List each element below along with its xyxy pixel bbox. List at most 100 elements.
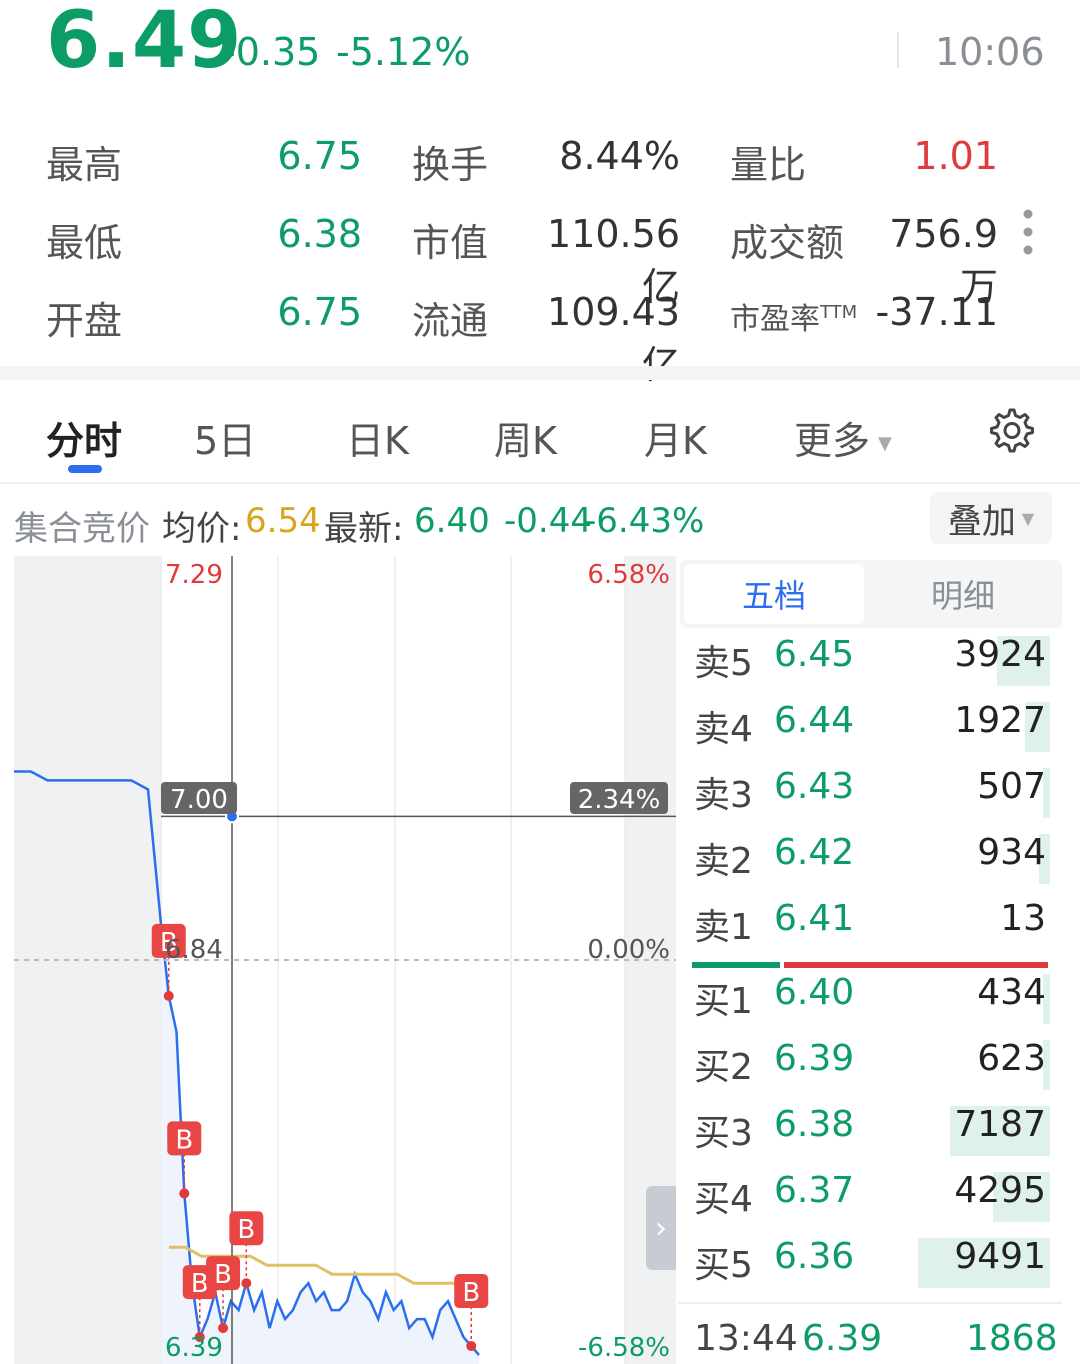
dropdown-arrow-icon: ▼ <box>878 433 892 454</box>
stat-label-turnover: 换手 <box>412 143 489 187</box>
tab-more[interactable]: 更多 ▼ <box>794 410 892 465</box>
dropdown-arrow-icon: ▼ <box>1021 508 1035 528</box>
current-price: 6.49 <box>46 0 243 86</box>
level-price: 6.38 <box>774 1104 855 1145</box>
level-volume: 7187 <box>954 1104 1046 1145</box>
level-volume: 934 <box>977 832 1046 873</box>
header-divider <box>897 32 899 68</box>
level-label: 卖2 <box>694 841 753 882</box>
stat-value-high: 6.75 <box>277 134 362 178</box>
buy-marker-label: B <box>237 1215 255 1245</box>
pct-axis-min-label: -6.58% <box>578 1333 670 1363</box>
level-label: 买1 <box>694 981 753 1022</box>
orderbook-row[interactable]: 卖2 6.42 934 <box>694 830 1050 886</box>
latest-change-value: -0.44 <box>504 501 592 541</box>
latest-change-pct: -6.43% <box>584 501 705 541</box>
chevron-right-icon: › <box>655 1210 667 1246</box>
stat-value-low: 6.38 <box>277 212 362 256</box>
settings-gear-icon[interactable] <box>986 406 1034 454</box>
y-axis-ref-label: 6.84 <box>165 935 223 965</box>
level-volume: 13 <box>1000 898 1046 939</box>
intraday-chart[interactable]: BBB BBB 7.29 6.58% 6.84 0.00% 6.39 -6.58%… <box>14 556 676 1364</box>
overlay-button[interactable]: 叠加 ▼ <box>930 492 1052 544</box>
stat-label-market-cap: 市值 <box>412 221 489 265</box>
tab-monthly-k[interactable]: 月K <box>644 410 707 465</box>
tab-trade-details[interactable]: 明细 <box>868 564 1058 624</box>
level-volume: 1927 <box>954 700 1046 741</box>
stat-value-turnover: 8.44% <box>559 134 680 178</box>
tab-daily-k[interactable]: 日K <box>346 410 409 465</box>
last-trade-volume: 1868 <box>966 1318 1058 1359</box>
last-trade-price: 6.39 <box>802 1318 883 1359</box>
price-change-pct: -5.12% <box>336 30 471 74</box>
crosshair-price-tag: 7.00 <box>161 782 237 815</box>
level-label: 买5 <box>694 1245 753 1286</box>
level-price: 6.40 <box>774 972 855 1013</box>
orderbook-row[interactable]: 买3 6.38 7187 <box>694 1102 1050 1158</box>
orderbook-row[interactable]: 买2 6.39 623 <box>694 1036 1050 1092</box>
stat-label-float-cap: 流通 <box>412 299 489 343</box>
price-change: -0.35 <box>222 30 321 74</box>
level-price: 6.45 <box>774 634 855 675</box>
call-auction-toggle[interactable]: 集合竞价 <box>14 501 150 550</box>
level-volume: 3924 <box>954 634 1046 675</box>
quote-time: 10:06 <box>935 30 1045 74</box>
avg-price-value: 6.54 <box>245 501 321 541</box>
buy-marker-label: B <box>191 1269 209 1299</box>
level-price: 6.42 <box>774 832 855 873</box>
orderbook-row[interactable]: 卖5 6.45 3924 <box>694 632 1050 688</box>
level-price: 6.39 <box>774 1038 855 1079</box>
tab-intraday[interactable]: 分时 <box>46 410 122 465</box>
buy-marker-label: B <box>175 1125 193 1155</box>
level-label: 卖1 <box>694 907 753 948</box>
bid-ask-ratio-bar-red <box>784 962 1048 968</box>
y-axis-max-label: 7.29 <box>165 560 223 590</box>
collapse-panel-button[interactable]: › <box>646 1186 676 1270</box>
section-divider <box>0 366 1080 380</box>
stat-label-volume-ratio: 量比 <box>730 143 807 187</box>
orderbook-row[interactable]: 买1 6.40 434 <box>694 970 1050 1026</box>
tab-weekly-k[interactable]: 周K <box>494 410 557 465</box>
avg-price-label: 均价: <box>162 509 242 549</box>
orderbook-bottom-divider <box>678 1302 1062 1304</box>
level-price: 6.37 <box>774 1170 855 1211</box>
buy-marker-label: B <box>214 1260 232 1290</box>
pct-axis-max-label: 6.58% <box>587 560 670 590</box>
active-tab-indicator <box>68 465 102 473</box>
last-trade-time: 13:44 <box>694 1318 798 1359</box>
buy-marker-label: B <box>462 1278 480 1308</box>
more-options-icon[interactable] <box>1018 208 1038 260</box>
stat-value-open: 6.75 <box>277 290 362 334</box>
level-volume: 9491 <box>954 1236 1046 1277</box>
y-axis-min-label: 6.39 <box>165 1333 223 1363</box>
crosshair-pct-label: 2.34% <box>578 785 661 815</box>
level-label: 卖5 <box>694 643 753 684</box>
orderbook-row[interactable]: 卖3 6.43 507 <box>694 764 1050 820</box>
stat-label-amount: 成交额 <box>730 221 845 265</box>
level-volume: 507 <box>977 766 1046 807</box>
bid-ask-ratio-bar-green <box>692 962 780 968</box>
stat-value-pe: -37.11 <box>875 290 999 334</box>
tab-five-levels[interactable]: 五档 <box>684 564 864 624</box>
stat-value-volume-ratio: 1.01 <box>913 134 998 178</box>
level-label: 买2 <box>694 1047 753 1088</box>
stat-label-high: 最高 <box>46 143 123 187</box>
stat-label-open: 开盘 <box>46 299 123 343</box>
level-price: 6.43 <box>774 766 855 807</box>
level-price: 6.44 <box>774 700 855 741</box>
orderbook-row[interactable]: 卖4 6.44 1927 <box>694 698 1050 754</box>
level-volume: 434 <box>977 972 1046 1013</box>
orderbook-row[interactable]: 买5 6.36 9491 <box>694 1234 1050 1290</box>
level-label: 卖4 <box>694 709 753 750</box>
pct-axis-ref-label: 0.00% <box>587 935 670 965</box>
stat-label-pe: 市盈率TTM <box>730 302 858 337</box>
level-label: 买4 <box>694 1179 753 1220</box>
orderbook-row[interactable]: 买4 6.37 4295 <box>694 1168 1050 1224</box>
level-price: 6.36 <box>774 1236 855 1277</box>
tab-5day[interactable]: 5日 <box>194 410 256 465</box>
level-volume: 623 <box>977 1038 1046 1079</box>
orderbook-row[interactable]: 卖1 6.41 13 <box>694 896 1050 952</box>
level-price: 6.41 <box>774 898 855 939</box>
level-volume: 4295 <box>954 1170 1046 1211</box>
crosshair-price-label: 7.00 <box>170 785 228 815</box>
